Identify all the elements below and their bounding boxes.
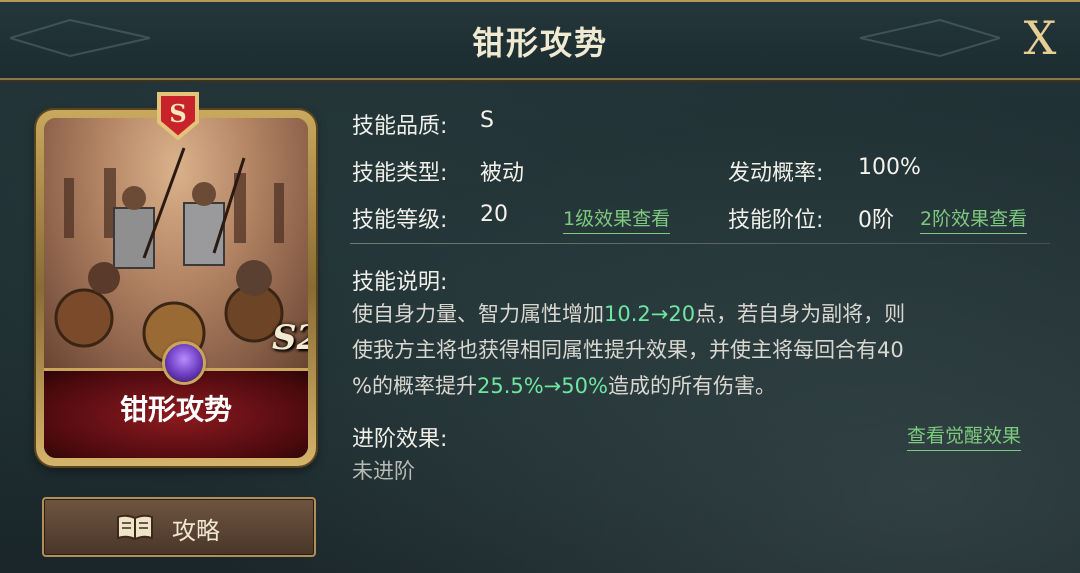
description-line-3: %的概率提升25.5%→50%造成的所有伤害。 [352, 374, 776, 398]
trigger-rate-label: 发动概率: [728, 161, 824, 186]
grade-s-badge-icon: S [157, 92, 199, 141]
quality-label: 技能品质: [352, 114, 448, 139]
damage-increase-highlight: 25.5%→50% [476, 374, 608, 398]
header-ornament-right [860, 18, 1000, 58]
description-line-2: 使我方主将也获得相同属性提升效果，并使主将每回合有40 [352, 338, 904, 362]
rank2-effect-link[interactable]: 2阶效果查看 [920, 204, 1028, 234]
close-button[interactable]: X [1014, 12, 1066, 64]
advance-effect-label: 进阶效果: [352, 427, 448, 452]
description-line-1: 使自身力量、智力属性增加10.2→20点，若自身为副将，则 [352, 302, 906, 326]
guide-button-label: 攻略 [172, 517, 220, 545]
skill-detail-panel: 钳形攻势 X 钳形攻势 S S 攻略 技能品质: S 技能类型: 被动 发动概率… [0, 0, 1080, 573]
book-icon [117, 514, 153, 541]
description-label: 技能说明: [352, 270, 448, 295]
soldiers-illustration [54, 147, 284, 365]
view-awakening-effect-link[interactable]: 查看觉醒效果 [907, 421, 1022, 451]
stat-increase-highlight: 10.2→20 [604, 302, 696, 326]
level-label: 技能等级: [352, 208, 448, 233]
type-value: 被动 [480, 161, 525, 186]
skill-card: 钳形攻势 S2 [36, 110, 316, 466]
rank-value: 0阶 [858, 208, 894, 233]
skill-type-gem-icon [165, 344, 203, 382]
header-bar: 钳形攻势 X [0, 0, 1080, 80]
advance-effect-value: 未进阶 [352, 459, 415, 483]
card-skill-name: 钳形攻势 [119, 393, 232, 426]
strategy-guide-button[interactable]: 攻略 [42, 497, 316, 557]
section-divider [350, 243, 1050, 244]
trigger-rate-value: 100% [858, 155, 921, 180]
skill-description: 使自身力量、智力属性增加10.2→20点，若自身为副将，则 使我方主将也获得相同… [352, 296, 1052, 404]
level1-effect-link[interactable]: 1级效果查看 [563, 204, 671, 234]
quality-value: S [480, 108, 494, 133]
card-frame: 钳形攻势 S2 [44, 118, 308, 458]
season-badge: S2 [272, 318, 308, 358]
level-value: 20 [480, 202, 508, 227]
grade-letter: S [169, 99, 186, 128]
card-artwork [44, 118, 308, 368]
rank-label: 技能阶位: [728, 208, 824, 233]
type-label: 技能类型: [352, 161, 448, 186]
